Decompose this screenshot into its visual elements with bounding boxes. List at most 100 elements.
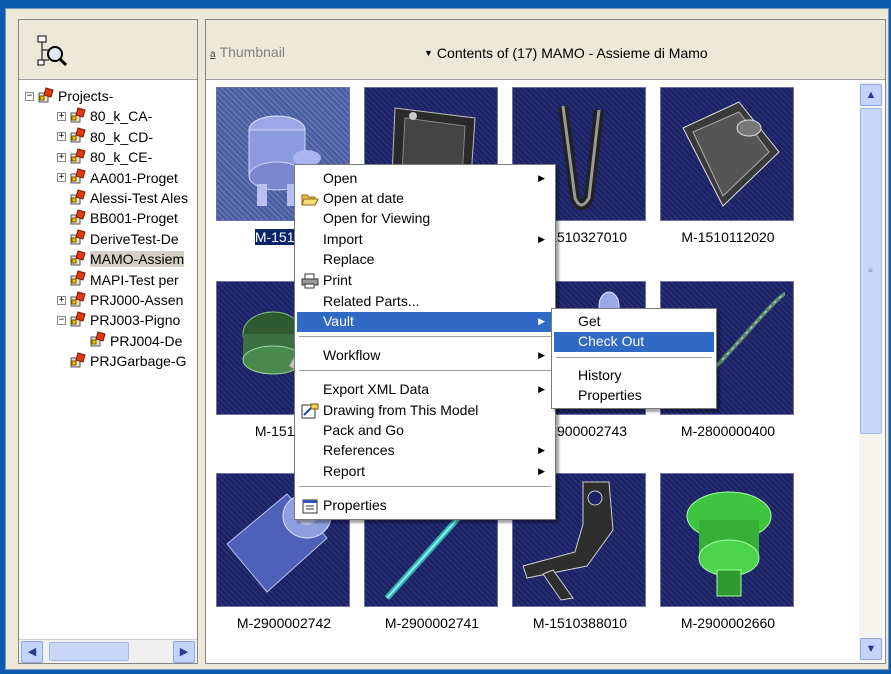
menu-item-export-xml-data[interactable]: Export XML Data ▶ <box>297 380 553 400</box>
thumbnail-caption-text: M-2900002741 <box>384 615 480 631</box>
horizontal-scroll-thumb[interactable] <box>49 642 129 661</box>
menu-item-label: Properties <box>578 387 642 403</box>
menu-item-open[interactable]: Open ▶ <box>297 169 553 189</box>
menu-item-references[interactable]: References ▶ <box>297 441 553 461</box>
menu-item-workflow[interactable]: Workflow ▶ <box>297 346 553 366</box>
contents-vertical-scrollbar[interactable]: ▲ ≡ ▼ <box>859 82 883 662</box>
thumbnail-caption-text: M-2900002742 <box>236 615 332 631</box>
thumbnail-label: Thumbnail <box>219 44 285 60</box>
tree-node[interactable]: PRJ004-De <box>77 331 182 351</box>
menu-item-open-at-date[interactable]: Open at date <box>297 189 553 209</box>
contents-title[interactable]: ▼ Contents of (17) MAMO - Assieme di Mamo <box>424 45 708 61</box>
scroll-left-button[interactable]: ◀ <box>21 641 43 663</box>
scroll-up-button[interactable]: ▲ <box>860 84 882 106</box>
tree-node[interactable]: + AA001-Proget <box>57 168 178 188</box>
tree-node[interactable]: PRJGarbage-G <box>57 351 186 371</box>
collapse-icon[interactable]: − <box>25 91 34 101</box>
project-folder-icon <box>70 107 86 126</box>
tree-node[interactable]: − PRJ003-Pigno <box>57 310 180 330</box>
tree-node-label: PRJGarbage-G <box>90 353 187 370</box>
menu-item-report[interactable]: Report ▶ <box>297 462 553 482</box>
tree-node[interactable]: Alessi-Test Ales <box>57 188 188 208</box>
tree-node[interactable]: MAMO-Assiem <box>57 249 185 269</box>
thumbnail-item[interactable]: M-1510112020 <box>660 87 796 247</box>
menu-item-properties[interactable]: Properties <box>297 496 553 516</box>
submenu-arrow-icon: ▶ <box>538 234 545 244</box>
menu-item-pack-and-go[interactable]: Pack and Go <box>297 421 553 441</box>
menu-item-import[interactable]: Import ▶ <box>297 230 553 250</box>
menu-item-label: Open for Viewing <box>323 210 431 226</box>
vault-item-check-out[interactable]: Check Out <box>554 332 714 352</box>
tree-horizontal-scrollbar[interactable]: ◀ ▶ <box>19 639 197 663</box>
submenu-arrow-icon: ▶ <box>538 350 545 360</box>
menu-item-label: Open <box>323 170 358 186</box>
menu-item-replace[interactable]: Replace <box>297 250 553 270</box>
tree-node[interactable]: + PRJ000-Assen <box>57 290 183 310</box>
tree-line-icon <box>57 234 66 243</box>
collapse-icon[interactable]: − <box>57 315 66 325</box>
tree-line-icon <box>57 214 66 223</box>
contents-header: a Thumbnail ▼ Contents of (17) MAMO - Assi… <box>206 20 885 80</box>
scroll-right-button[interactable]: ▶ <box>173 641 195 663</box>
folder-open-icon <box>301 191 319 210</box>
thumbnail-image[interactable] <box>660 87 794 221</box>
project-tree: − Projects- +80_k_CA- +80_k_CD- +80_k_CE- + AA… <box>19 82 197 636</box>
tree-line-icon <box>57 275 66 284</box>
menu-item-print[interactable]: Print <box>297 271 553 291</box>
tree-search-icon[interactable] <box>35 34 69 71</box>
menu-item-label: Workflow <box>323 347 381 363</box>
vault-item-history[interactable]: History <box>554 366 714 386</box>
tree-node-root[interactable]: − Projects- <box>25 86 113 106</box>
tree-line-icon <box>57 255 66 264</box>
scroll-down-button[interactable]: ▼ <box>860 638 882 660</box>
menu-item-label: Print <box>323 272 352 288</box>
tree-node[interactable]: MAPI-Test per <box>57 270 179 290</box>
menu-separator <box>299 486 551 487</box>
chevron-down-icon: ▼ <box>865 643 877 655</box>
menu-separator <box>556 357 712 358</box>
submenu-arrow-icon: ▶ <box>538 445 545 455</box>
project-folder-icon <box>90 331 106 350</box>
menu-item-related-parts[interactable]: Related Parts... <box>297 292 553 312</box>
tree-node[interactable]: +80_k_CA- <box>57 106 152 126</box>
expand-icon[interactable]: + <box>57 132 66 142</box>
tree-node-label: PRJ000-Assen <box>90 292 184 308</box>
vault-item-properties[interactable]: Properties <box>554 386 714 406</box>
tree-node[interactable]: +80_k_CD- <box>57 127 153 147</box>
vertical-scroll-thumb[interactable]: ≡ <box>860 108 882 434</box>
menu-item-label: Drawing from This Model <box>323 402 479 418</box>
dropdown-arrow-icon: ▼ <box>424 48 433 58</box>
menu-item-drawing-from-this-model[interactable]: Drawing from This Model <box>297 401 553 421</box>
expand-icon[interactable]: + <box>57 295 66 305</box>
project-folder-icon <box>70 188 86 208</box>
thumbnail-caption-text: M-2800000400 <box>680 423 776 439</box>
chevron-right-icon: ▶ <box>179 646 189 658</box>
tree-node-label: MAMO-Assiem <box>90 251 185 268</box>
menu-item-label: Get <box>578 313 601 329</box>
menu-item-label: History <box>578 367 622 383</box>
tree-line-icon <box>57 357 66 366</box>
tree-node[interactable]: DeriveTest-De <box>57 229 179 249</box>
tree-node-label: MAPI-Test per <box>90 271 179 288</box>
menu-item-open-for-viewing[interactable]: Open for Viewing <box>297 209 553 229</box>
thumbnail-caption-text: M-1510112020 <box>681 229 775 245</box>
expand-icon[interactable]: + <box>57 111 66 121</box>
submenu-arrow-icon: ▶ <box>538 466 545 476</box>
thumbnail-caption: M-1510112020 <box>660 229 796 245</box>
expand-icon[interactable]: + <box>57 152 66 162</box>
chevron-up-icon: ▲ <box>865 89 877 101</box>
tree-node[interactable]: BB001-Proget <box>57 208 178 228</box>
tree-node-label: 80_k_CD- <box>90 128 154 145</box>
menu-item-label: Open at date <box>323 190 404 206</box>
thumbnail-item[interactable]: M-2900002660 <box>660 473 796 633</box>
thumbnail-caption: M-2800000400 <box>660 423 796 439</box>
menu-item-label: Replace <box>323 251 375 267</box>
menu-item-label: Vault <box>323 313 354 329</box>
tree-node[interactable]: +80_k_CE- <box>57 147 152 167</box>
submenu-arrow-icon: ▶ <box>538 384 545 394</box>
thumbnail-image[interactable] <box>660 473 794 607</box>
thumbnail-view-button[interactable]: a Thumbnail <box>210 44 285 60</box>
expand-icon[interactable]: + <box>57 173 66 183</box>
menu-item-vault[interactable]: Vault ▶ <box>297 312 553 332</box>
vault-item-get[interactable]: Get <box>554 312 714 332</box>
